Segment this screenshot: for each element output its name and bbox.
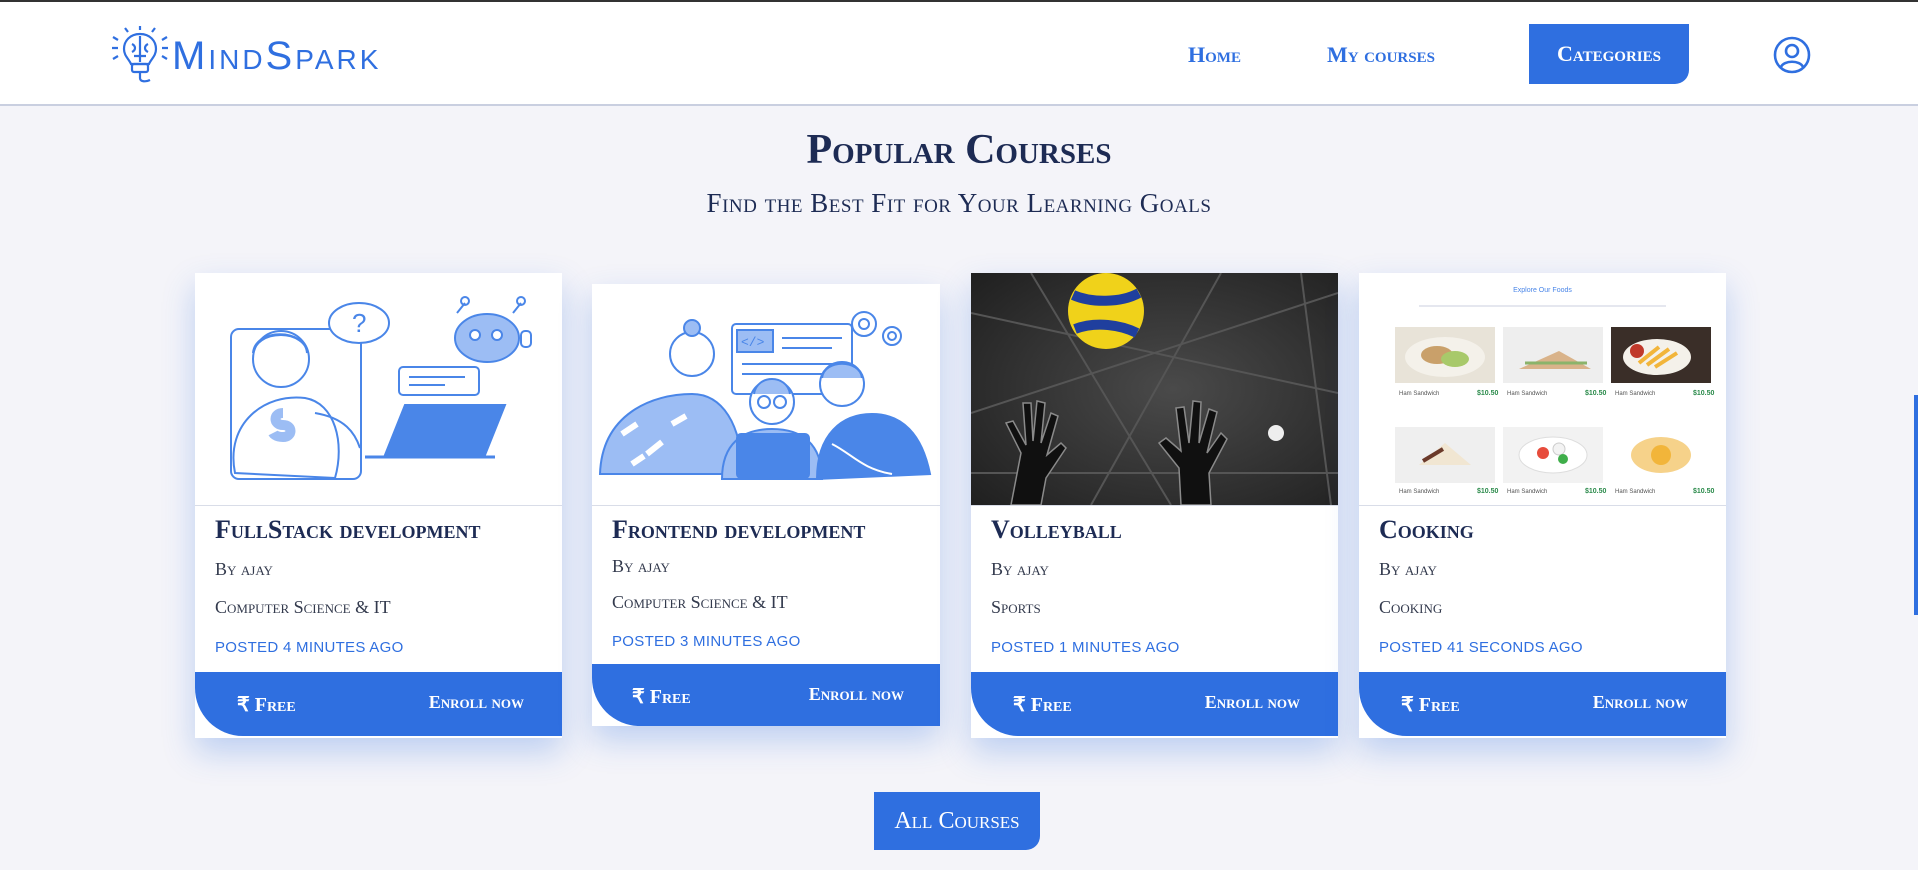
rupee-icon: ₹ bbox=[632, 686, 645, 708]
course-card[interactable]: Explore Our Foods Ham Sandwich $10.50 Ha… bbox=[1359, 273, 1726, 738]
brand-name: MindSpark bbox=[172, 33, 382, 78]
illustration-laptop-robot: ? bbox=[230, 296, 532, 480]
svg-text:?: ? bbox=[352, 308, 366, 338]
course-author: By ajay bbox=[1379, 559, 1437, 579]
bulb-brain-icon bbox=[112, 26, 168, 83]
food-item-name: Ham Sandwich bbox=[1507, 391, 1548, 397]
section-title: Popular Courses bbox=[806, 127, 1112, 173]
food-item-price: $10.50 bbox=[1585, 488, 1607, 495]
course-author: By ajay bbox=[991, 559, 1049, 579]
course-price: ₹ Free bbox=[1013, 694, 1072, 716]
enroll-now-button[interactable]: Enroll now bbox=[1593, 692, 1688, 713]
food-item-price: $10.50 bbox=[1693, 390, 1715, 397]
scrollbar-thumb[interactable] bbox=[1914, 395, 1918, 615]
food-item-name: Ham Sandwich bbox=[1507, 489, 1548, 495]
course-image-food-menu: Explore Our Foods Ham Sandwich $10.50 Ha… bbox=[1359, 273, 1726, 506]
rupee-icon: ₹ bbox=[237, 694, 250, 716]
course-posted-time: posted 3 minutes ago bbox=[612, 633, 801, 650]
food-item-name: Ham Sandwich bbox=[1399, 391, 1440, 397]
all-courses-button[interactable]: All Courses bbox=[874, 792, 1040, 850]
course-card-footer: ₹ Free Enroll now bbox=[971, 672, 1338, 736]
rupee-icon: ₹ bbox=[1013, 694, 1026, 716]
food-item-price: $10.50 bbox=[1477, 488, 1499, 495]
course-title[interactable]: Frontend development bbox=[612, 515, 865, 545]
course-image-team-laptop: </> bbox=[592, 284, 940, 506]
food-item-name: Ham Sandwich bbox=[1399, 489, 1440, 495]
course-author: By ajay bbox=[612, 556, 670, 576]
course-card-footer: ₹ Free Enroll now bbox=[1359, 672, 1726, 736]
course-category: Computer Science & IT bbox=[215, 597, 391, 617]
course-card[interactable]: Volleyball By ajay Sports posted 1 minut… bbox=[971, 273, 1338, 738]
course-image-laptop-robot: ? bbox=[195, 273, 562, 506]
food-item-price: $10.50 bbox=[1477, 390, 1499, 397]
course-title[interactable]: Volleyball bbox=[991, 515, 1122, 545]
brand-logo[interactable]: MindSpark bbox=[112, 26, 381, 86]
svg-text:</>: </> bbox=[741, 335, 765, 350]
course-posted-time: posted 1 minutes ago bbox=[991, 639, 1180, 656]
illustration-team-laptop: </> bbox=[598, 311, 932, 481]
course-category: Sports bbox=[991, 597, 1041, 617]
food-item-price: $10.50 bbox=[1585, 390, 1607, 397]
course-image-volleyball bbox=[971, 273, 1338, 506]
screenshot-food-menu bbox=[1395, 327, 1711, 483]
rupee-icon: ₹ bbox=[1401, 694, 1414, 716]
course-title[interactable]: Cooking bbox=[1379, 515, 1474, 545]
photo-volleyball bbox=[971, 273, 1338, 505]
course-card[interactable]: ? FullStack development By ajay Computer… bbox=[195, 273, 562, 738]
navbar: MindSpark Home My courses Categories bbox=[0, 2, 1918, 106]
food-item-price: $10.50 bbox=[1693, 488, 1715, 495]
course-posted-time: posted 4 minutes ago bbox=[215, 639, 404, 656]
course-title[interactable]: FullStack development bbox=[215, 515, 481, 545]
course-price: ₹ Free bbox=[1401, 694, 1460, 716]
course-card-footer: ₹ Free Enroll now bbox=[592, 664, 940, 726]
nav-categories-button[interactable]: Categories bbox=[1529, 24, 1689, 84]
enroll-now-button[interactable]: Enroll now bbox=[1205, 692, 1300, 713]
course-category: Computer Science & IT bbox=[612, 592, 788, 612]
course-price: ₹ Free bbox=[632, 686, 691, 708]
course-category: Cooking bbox=[1379, 597, 1443, 617]
user-circle-icon[interactable] bbox=[1773, 36, 1811, 74]
course-card[interactable]: </> Frontend development By ajay Compute… bbox=[592, 284, 940, 726]
course-author: By ajay bbox=[215, 559, 273, 579]
food-item-name: Ham Sandwich bbox=[1615, 391, 1656, 397]
nav-home-link[interactable]: Home bbox=[1188, 42, 1241, 68]
food-item-name: Ham Sandwich bbox=[1615, 489, 1656, 495]
course-price: ₹ Free bbox=[237, 694, 296, 716]
enroll-now-button[interactable]: Enroll now bbox=[429, 692, 524, 713]
section-subtitle: Find the Best Fit for Your Learning Goal… bbox=[706, 188, 1212, 218]
course-posted-time: posted 41 seconds ago bbox=[1379, 639, 1583, 656]
course-card-footer: ₹ Free Enroll now bbox=[195, 672, 562, 736]
enroll-now-button[interactable]: Enroll now bbox=[809, 684, 904, 705]
nav-my-courses-link[interactable]: My courses bbox=[1327, 42, 1435, 68]
